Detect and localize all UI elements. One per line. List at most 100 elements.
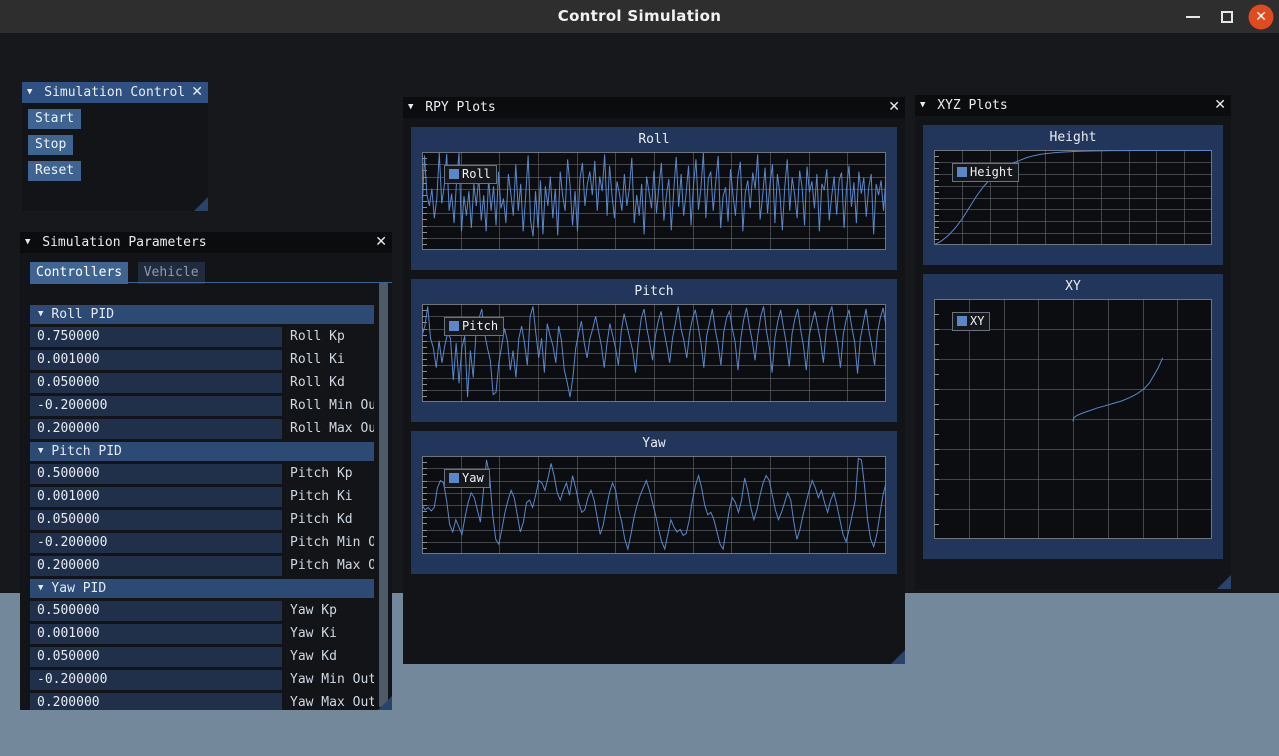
plot-height[interactable]: Height Height xyxy=(923,125,1223,265)
plot-legend[interactable]: Height xyxy=(952,163,1020,182)
window-maximize-button[interactable] xyxy=(1210,0,1244,33)
resize-grip[interactable] xyxy=(378,696,392,710)
parameter-row: -0.200000 Pitch Min Output xyxy=(30,533,374,553)
stop-button[interactable]: Stop xyxy=(28,135,74,155)
panel-rpy-plots: ▼ RPY Plots ✕ Roll Roll Pitch Pitch Yaw Yaw xyxy=(403,97,905,664)
xyz-plots-close-icon[interactable]: ✕ xyxy=(1214,95,1226,116)
plot-title: Pitch xyxy=(634,284,674,299)
tab-vehicle[interactable]: Vehicle xyxy=(137,262,205,284)
close-icon: ✕ xyxy=(1255,8,1267,25)
triangle-down-icon[interactable]: ▼ xyxy=(408,97,413,118)
application-canvas: ▼ Simulation Control ✕ Start Stop Reset … xyxy=(0,33,1279,710)
parameter-label: Pitch Ki xyxy=(290,489,353,504)
parameter-label: Roll Ki xyxy=(290,352,345,367)
parameter-value-input[interactable]: 0.500000 xyxy=(30,464,282,484)
parameter-value-input[interactable]: 0.500000 xyxy=(30,601,282,621)
rpy-plots-body: Roll Roll Pitch Pitch Yaw Yaw xyxy=(403,118,905,664)
parameter-label: Pitch Min Output xyxy=(290,535,374,550)
plot-legend[interactable]: Yaw xyxy=(444,469,490,488)
parameter-value-input[interactable]: 0.200000 xyxy=(30,556,282,576)
xyz-plots-title: XYZ Plots xyxy=(937,98,1008,113)
simulation-control-body: Start Stop Reset xyxy=(22,103,208,211)
legend-color-swatch xyxy=(957,167,967,177)
parameter-label: Pitch Max Output xyxy=(290,558,374,573)
minimize-icon xyxy=(1186,15,1200,18)
parameter-value-input[interactable]: -0.200000 xyxy=(30,396,282,416)
parameter-row: 0.050000 Yaw Kd xyxy=(30,647,374,667)
parameter-row: 0.050000 Roll Kd xyxy=(30,373,374,393)
plot-xy[interactable]: XY XY xyxy=(923,274,1223,559)
parameter-row: 0.750000 Roll Kp xyxy=(30,327,374,347)
plot-yaw[interactable]: Yaw Yaw xyxy=(411,431,897,574)
plot-area: Pitch xyxy=(422,304,886,402)
section-header[interactable]: ▼ Yaw PID xyxy=(30,579,374,598)
triangle-down-icon[interactable]: ▼ xyxy=(27,82,32,103)
xyz-plots-titlebar[interactable]: ▼ XYZ Plots ✕ xyxy=(915,95,1231,116)
plot-legend[interactable]: Pitch xyxy=(444,317,505,336)
resize-grip[interactable] xyxy=(1217,575,1231,589)
resize-grip[interactable] xyxy=(194,197,208,211)
parameter-label: Roll Kd xyxy=(290,375,345,390)
parameter-label: Yaw Min Output xyxy=(290,672,374,687)
start-button[interactable]: Start xyxy=(28,109,82,129)
plot-pitch[interactable]: Pitch Pitch xyxy=(411,279,897,422)
parameter-row: 0.001000 Pitch Ki xyxy=(30,487,374,507)
parameters-tabbar: Controllers Vehicle xyxy=(30,262,392,284)
parameter-value-input[interactable]: 0.050000 xyxy=(30,510,282,530)
parameter-value-input[interactable]: 0.200000 xyxy=(30,693,282,710)
parameter-label: Roll Min Output xyxy=(290,398,374,413)
legend-label: Yaw xyxy=(462,471,484,485)
plot-legend[interactable]: Roll xyxy=(444,165,497,184)
parameters-scrollbar-thumb[interactable] xyxy=(379,283,388,707)
parameter-value-input[interactable]: 0.001000 xyxy=(30,487,282,507)
plot-title: XY xyxy=(1065,279,1081,294)
plot-roll[interactable]: Roll Roll xyxy=(411,127,897,270)
parameter-value-input[interactable]: 0.200000 xyxy=(30,419,282,439)
parameter-row: 0.001000 Roll Ki xyxy=(30,350,374,370)
triangle-down-icon[interactable]: ▼ xyxy=(25,232,30,253)
section-header[interactable]: ▼ Pitch PID xyxy=(30,442,374,461)
parameter-value-input[interactable]: -0.200000 xyxy=(30,670,282,690)
parameter-value-input[interactable]: -0.200000 xyxy=(30,533,282,553)
parameter-row: 0.200000 Roll Max Output xyxy=(30,419,374,439)
plot-title: Roll xyxy=(638,132,670,147)
parameters-scrollbar[interactable] xyxy=(379,283,388,707)
xyz-plots-body: Height Height XY XY xyxy=(915,116,1231,589)
parameter-label: Roll Max Output xyxy=(290,421,374,436)
rpy-plots-close-icon[interactable]: ✕ xyxy=(888,97,900,118)
parameter-value-input[interactable]: 0.001000 xyxy=(30,624,282,644)
window-close-button[interactable]: ✕ xyxy=(1244,0,1278,33)
tab-controllers[interactable]: Controllers xyxy=(30,262,129,284)
parameter-value-input[interactable]: 0.001000 xyxy=(30,350,282,370)
rpy-plots-titlebar[interactable]: ▼ RPY Plots ✕ xyxy=(403,97,905,118)
section-header[interactable]: ▼ Roll PID xyxy=(30,305,374,324)
plot-legend[interactable]: XY xyxy=(952,312,991,331)
parameter-value-input[interactable]: 0.050000 xyxy=(30,373,282,393)
legend-color-swatch xyxy=(449,321,459,331)
parameter-value-input[interactable]: 0.750000 xyxy=(30,327,282,347)
triangle-down-icon: ▼ xyxy=(38,446,44,456)
triangle-down-icon[interactable]: ▼ xyxy=(920,95,925,116)
triangle-down-icon: ▼ xyxy=(38,583,44,593)
section-header-label: Roll PID xyxy=(51,307,115,322)
reset-button[interactable]: Reset xyxy=(28,161,82,181)
parameter-row: 0.200000 Pitch Max Output xyxy=(30,556,374,576)
panel-simulation-control: ▼ Simulation Control ✕ Start Stop Reset xyxy=(22,82,208,211)
plot-area: Roll xyxy=(422,152,886,250)
window-minimize-button[interactable] xyxy=(1176,0,1210,33)
simulation-control-close-icon[interactable]: ✕ xyxy=(191,82,203,103)
legend-label: Height xyxy=(970,165,1014,179)
simulation-parameters-titlebar[interactable]: ▼ Simulation Parameters ✕ xyxy=(20,232,392,253)
rpy-plots-title: RPY Plots xyxy=(425,100,496,115)
legend-color-swatch xyxy=(449,169,459,179)
parameter-value-input[interactable]: 0.050000 xyxy=(30,647,282,667)
plot-title: Height xyxy=(1049,130,1097,145)
parameter-row: 0.001000 Yaw Ki xyxy=(30,624,374,644)
parameter-label: Roll Kp xyxy=(290,329,345,344)
parameter-label: Yaw Ki xyxy=(290,626,337,641)
simulation-control-titlebar[interactable]: ▼ Simulation Control ✕ xyxy=(22,82,208,103)
plot-area: XY xyxy=(934,299,1212,539)
resize-grip[interactable] xyxy=(891,650,905,664)
simulation-parameters-body: Controllers Vehicle ▼ Roll PID 0.750000 Rol… xyxy=(20,253,392,710)
simulation-parameters-close-icon[interactable]: ✕ xyxy=(375,232,387,253)
